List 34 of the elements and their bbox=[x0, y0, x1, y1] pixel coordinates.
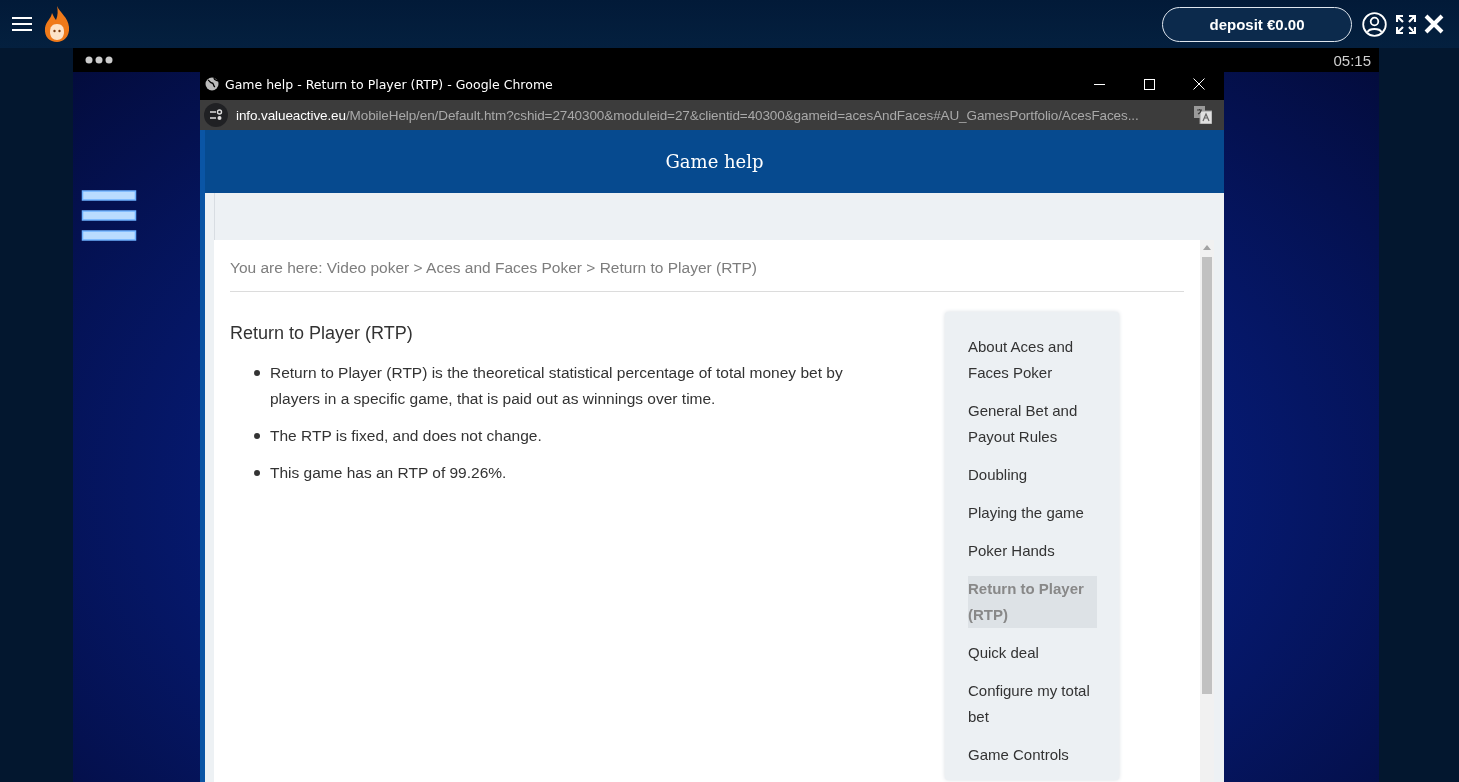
close-icon[interactable] bbox=[1193, 78, 1205, 90]
bullet-text: Return to Player (RTP) is the theoretical statistical percentage of total money bet by players in a specific game, that is paid out as winnings over time. bbox=[270, 363, 844, 409]
close-icon[interactable] bbox=[1424, 14, 1444, 34]
fullscreen-icon[interactable] bbox=[1396, 14, 1416, 34]
menu-link[interactable]: Poker Hands bbox=[968, 538, 1097, 564]
page-header: Game help bbox=[200, 130, 1224, 193]
menu-icon[interactable] bbox=[81, 189, 137, 243]
deposit-button[interactable]: deposit €0.00 bbox=[1162, 6, 1352, 42]
scrollbar[interactable] bbox=[1200, 240, 1214, 782]
menu-link[interactable]: General Bet and Payout Rules bbox=[968, 398, 1097, 450]
bullet-text: This game has an RTP of 99.26%. bbox=[270, 463, 507, 483]
window-title: Game help - Return to Player (RTP) - Google Chrome bbox=[225, 76, 554, 92]
bullet-text: The RTP is fixed, and does not change. bbox=[270, 426, 542, 446]
article-heading: Return to Player (RTP) bbox=[230, 323, 414, 344]
minimize-icon[interactable] bbox=[1093, 83, 1105, 85]
maximize-icon[interactable] bbox=[1143, 78, 1155, 90]
flame-logo-icon[interactable] bbox=[44, 5, 70, 43]
bullet-icon bbox=[254, 433, 260, 439]
site-settings-icon[interactable] bbox=[204, 103, 228, 127]
bullet-icon bbox=[254, 470, 260, 476]
menu-link[interactable]: Configure my total bet bbox=[968, 678, 1097, 730]
menu-link[interactable]: Playing the game bbox=[968, 500, 1097, 526]
globe-icon bbox=[205, 77, 219, 91]
menu-icon[interactable] bbox=[12, 16, 32, 32]
user-icon[interactable] bbox=[1362, 11, 1387, 37]
menu-link[interactable]: Game Controls bbox=[968, 742, 1097, 768]
menu-link[interactable]: Doubling bbox=[968, 462, 1097, 488]
menu-link[interactable]: About Aces and Faces Poker bbox=[968, 334, 1097, 386]
breadcrumb: You are here: Video poker > Aces and Faces Poker > Return to Player (RTP) bbox=[230, 240, 1184, 292]
more-icon[interactable] bbox=[85, 56, 113, 64]
clock-time: 05:15 bbox=[1333, 51, 1371, 69]
bullet-icon bbox=[254, 370, 260, 376]
menu-link[interactable]: Quick deal bbox=[968, 640, 1097, 666]
translate-icon[interactable] bbox=[1194, 106, 1212, 124]
